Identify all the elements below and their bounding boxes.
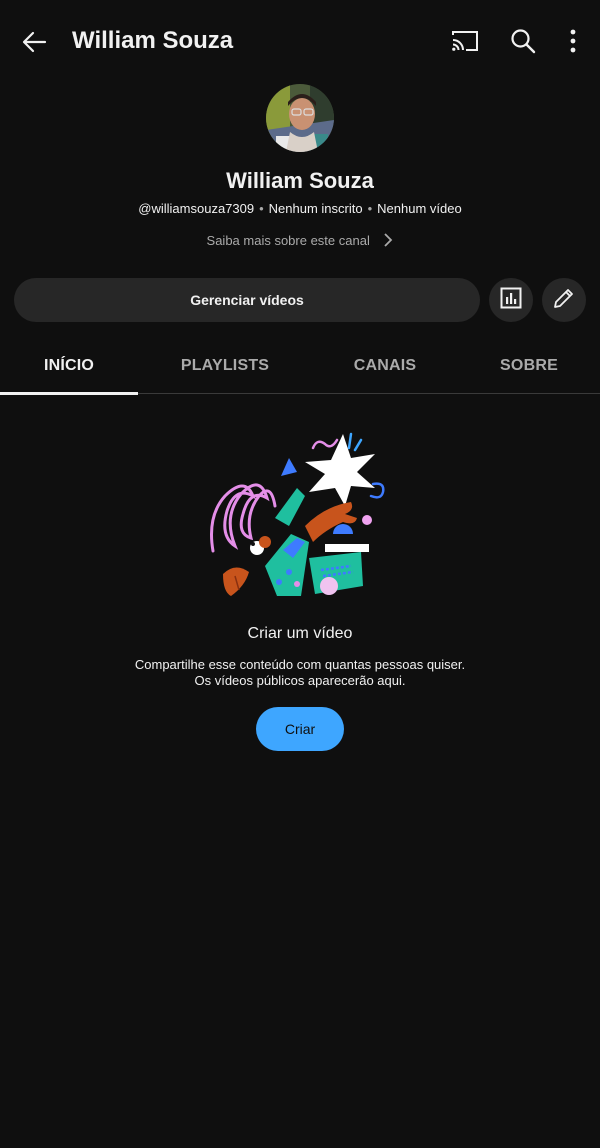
channel-tabs: INÍCIO PLAYLISTS CANAIS SOBRE — [0, 338, 600, 395]
top-app-bar: William Souza — [0, 0, 600, 82]
channel-name: William Souza — [226, 168, 374, 193]
analytics-icon — [500, 287, 522, 314]
tab-sobre[interactable]: SOBRE — [478, 338, 580, 394]
chevron-right-icon — [383, 232, 393, 251]
channel-meta: @williamsouza7309 • Nenhum inscrito • Nenhum… — [0, 201, 600, 216]
tab-canais[interactable]: CANAIS — [330, 338, 440, 394]
empty-state-description: Compartilhe esse conteúdo com quantas pe… — [0, 657, 600, 689]
avatar[interactable] — [266, 84, 334, 152]
tab-playlists[interactable]: PLAYLISTS — [155, 338, 295, 394]
pencil-icon — [552, 286, 576, 315]
empty-state-line: Os vídeos públicos aparecerão aqui. — [194, 673, 406, 688]
manage-videos-button[interactable]: Gerenciar vídeos — [14, 278, 480, 322]
empty-state-title: Criar um vídeo — [247, 625, 353, 642]
separator-dot: • — [259, 201, 264, 216]
cast-icon[interactable] — [451, 29, 479, 53]
create-button[interactable]: Criar — [256, 707, 344, 751]
about-channel-link[interactable]: Saiba mais sobre este canal — [0, 232, 600, 251]
arrow-left-icon[interactable] — [20, 28, 48, 56]
page-title: William Souza — [72, 27, 234, 54]
tab-inicio[interactable]: INÍCIO — [0, 338, 138, 395]
create-video-illustration — [205, 426, 395, 604]
video-count: Nenhum vídeo — [377, 201, 462, 216]
more-vertical-icon[interactable] — [566, 28, 580, 54]
about-channel-label: Saiba mais sobre este canal — [206, 233, 370, 248]
empty-state-line: Compartilhe esse conteúdo com quantas pe… — [134, 657, 466, 672]
edit-channel-button[interactable] — [542, 278, 586, 322]
search-icon[interactable] — [510, 28, 536, 54]
channel-handle: @williamsouza7309 — [138, 201, 255, 216]
subscriber-count: Nenhum inscrito — [268, 201, 363, 216]
analytics-button[interactable] — [489, 278, 533, 322]
separator-dot: • — [367, 201, 373, 216]
